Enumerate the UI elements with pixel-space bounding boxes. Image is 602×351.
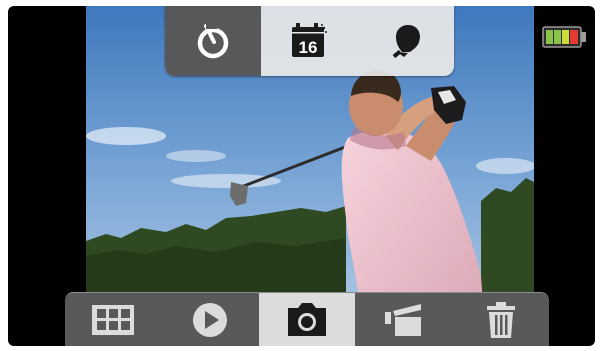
gallery-button[interactable] [65,293,162,346]
calendar-icon: 16 [292,23,328,57]
play-icon [193,303,228,337]
self-timer-button[interactable] [165,6,262,76]
top-settings-bar: 16 [165,6,454,76]
trash-icon [486,302,515,338]
photo-mode-button[interactable] [258,293,356,346]
date-stamp-button[interactable]: 16 [261,6,357,76]
battery-indicator [542,26,588,53]
delete-button[interactable] [452,293,549,346]
video-camera-icon [384,304,421,336]
grid-icon [92,305,135,335]
battery-icon [542,26,586,48]
camera-icon [287,303,326,336]
bulb-icon [392,25,420,59]
self-timer-icon [197,24,229,59]
camera-screen: 16 [8,6,595,346]
light-button[interactable] [358,6,454,76]
date-label: 16 [299,38,318,57]
playback-button[interactable] [162,293,259,346]
video-mode-button[interactable] [355,293,452,346]
mode-bar [65,292,549,346]
